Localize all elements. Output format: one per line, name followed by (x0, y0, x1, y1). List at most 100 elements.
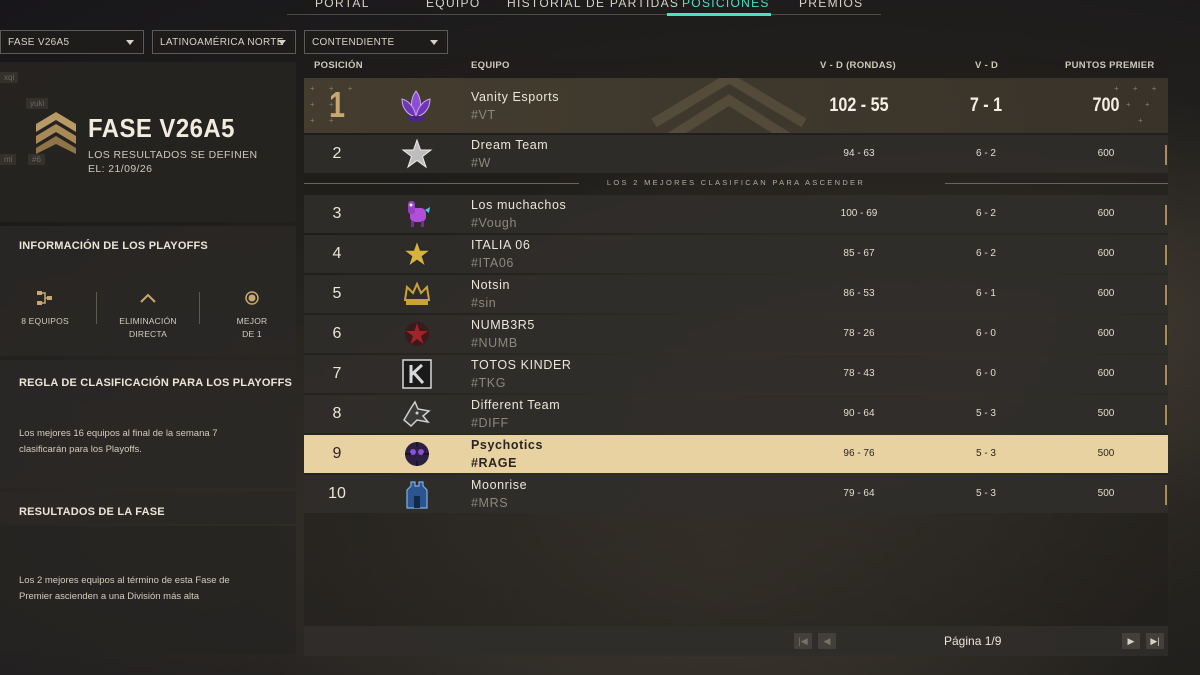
promotion-text: LOS 2 MEJORES CLASIFICAN PARA ASCENDER (606, 178, 866, 187)
ghost-player-name: yuki (26, 98, 49, 109)
team-tag: #MRS (471, 496, 509, 510)
win-loss-record: 6 - 2 (975, 208, 996, 219)
row-position: 7 (332, 365, 342, 382)
playoffs-format: ELIMINACIÓN DIRECTA (108, 290, 188, 341)
team-name[interactable]: Dream Team (471, 138, 548, 152)
ghost-player-name: xqi (0, 72, 19, 83)
divider (199, 292, 200, 324)
division-select[interactable]: CONTENDIENTE (304, 30, 448, 54)
page-indicator: Página 1/9 (944, 634, 1002, 648)
team-tag: #TKG (471, 376, 507, 390)
rounds-record: 102 - 55 (829, 95, 889, 116)
table-row[interactable]: 2 Dream Team #W 94 - 63 6 - 2 600 (304, 135, 1168, 173)
tab-portal[interactable]: PORTAL (315, 0, 370, 10)
row-position: 8 (332, 405, 342, 422)
team-tag: #W (471, 156, 491, 170)
premier-points: 500 (1097, 408, 1115, 419)
premier-points: 600 (1097, 148, 1115, 159)
team-name[interactable]: TOTOS KINDER (471, 358, 572, 372)
phase-results-line1: Los 2 mejores equipos al término de esta… (19, 575, 230, 586)
table-row[interactable]: 7 TOTOS KINDER #TKG 78 - 43 6 - 0 600 (304, 355, 1168, 393)
table-row[interactable]: 6 NUMB3R5 #NUMB 78 - 26 6 - 0 600 (304, 315, 1168, 353)
phase-end-date: EL: 21/09/26 (88, 163, 153, 175)
team-name[interactable]: ITALIA 06 (471, 238, 530, 252)
region-select[interactable]: LATINOAMÉRICA NORTE (152, 30, 296, 54)
prev-page-button[interactable]: ◀ (818, 633, 836, 649)
chevron-watermark-icon (651, 78, 807, 133)
playoffs-best-of-line2: DE 1 (242, 329, 262, 339)
team-name[interactable]: Psychotics (471, 438, 543, 452)
team-name[interactable]: Vanity Esports (471, 90, 559, 104)
team-name[interactable]: Different Team (471, 398, 560, 412)
premier-points: 600 (1097, 208, 1115, 219)
playoffs-teams: 8 EQUIPOS (10, 290, 80, 328)
row-position: 9 (332, 445, 342, 462)
row-edge (1165, 245, 1167, 265)
tab-premios[interactable]: PREMIOS (799, 0, 863, 10)
table-row-own-team[interactable]: 9 Psychotics #RAGE 96 - 76 5 - 3 500 (304, 435, 1168, 473)
last-page-button[interactable]: ▶| (1146, 633, 1164, 649)
team-tag: #DIFF (471, 416, 509, 430)
crown-logo-icon (403, 281, 431, 305)
premier-points: 600 (1097, 328, 1115, 339)
team-tag: #sin (471, 296, 497, 310)
qualification-rule-heading: REGLA DE CLASIFICACIÓN PARA LOS PLAYOFFS (19, 377, 293, 389)
row-position: 3 (332, 205, 342, 222)
tab-posiciones[interactable]: POSICIONES (682, 0, 770, 10)
row-edge (1165, 205, 1167, 225)
k-logo-icon (402, 359, 432, 389)
gold-star-logo-icon (401, 238, 433, 269)
star-logo-icon (401, 138, 433, 169)
win-loss-record: 6 - 2 (975, 248, 996, 259)
table-row[interactable]: 10 Moonrise #MRS 79 - 64 5 - 3 500 (304, 475, 1168, 513)
table-row[interactable]: 4 ITALIA 06 #ITA06 85 - 67 6 - 2 600 (304, 235, 1168, 273)
division-select-value: CONTENDIENTE (312, 37, 395, 48)
column-header-premier-points: PUNTOS PREMIER (1065, 60, 1155, 71)
team-name[interactable]: NUMB3R5 (471, 318, 535, 332)
castle-logo-icon (406, 481, 428, 509)
phase-results-line2: Premier ascienden a una División más alt… (19, 591, 200, 602)
row-edge (1165, 285, 1167, 305)
phase-select-value: FASE V26A5 (8, 37, 70, 48)
team-name[interactable]: Moonrise (471, 478, 527, 492)
rounds-record: 90 - 64 (843, 408, 875, 419)
chevron-up-icon (140, 293, 156, 303)
team-name[interactable]: Los muchachos (471, 198, 566, 212)
chevron-down-icon (126, 40, 134, 45)
row-edge (1165, 145, 1167, 165)
team-tag: #RAGE (471, 456, 518, 470)
team-tag: #ITA06 (471, 256, 514, 270)
lotus-logo-icon (401, 90, 431, 122)
rounds-record: 78 - 26 (843, 328, 875, 339)
phase-select[interactable]: FASE V26A5 (0, 30, 144, 54)
column-header-rounds: V - D (RONDAS) (820, 60, 896, 71)
rounds-record: 85 - 67 (843, 248, 875, 259)
column-header-wins-losses: V - D (975, 60, 999, 71)
chevron-down-icon (278, 40, 286, 45)
team-tag: #Vough (471, 216, 518, 230)
row-edge (1165, 485, 1167, 505)
playoffs-format-line1: ELIMINACIÓN (119, 316, 177, 326)
first-page-button[interactable]: |◀ (794, 633, 812, 649)
next-page-button[interactable]: ▶ (1122, 633, 1140, 649)
table-row[interactable]: 8 Different Team #DIFF 90 - 64 5 - 3 500 (304, 395, 1168, 433)
premier-points: 600 (1097, 288, 1115, 299)
team-name[interactable]: Notsin (471, 278, 510, 292)
top-nav-tabs: PORTAL EQUIPO HISTORIAL DE PARTIDAS POSI… (287, 0, 881, 16)
table-row[interactable]: + + + + + + + + + + + + + 1 Vanity Espor… (304, 78, 1168, 133)
playoffs-best-of: MEJOR DE 1 (222, 290, 282, 341)
phase-results-text: Los 2 mejores equipos al término de esta… (19, 573, 279, 605)
column-header-position: POSICIÓN (314, 60, 363, 71)
qualification-rule-line2: clasificarán para los Playoffs. (19, 444, 142, 455)
column-header-team: EQUIPO (471, 60, 510, 71)
phase-card: xqi yuki mi #6 FASE V26A5 LOS RESULTADOS… (0, 62, 296, 222)
phase-title: FASE V26A5 (88, 113, 235, 143)
row-edge (1165, 325, 1167, 345)
premier-points: 600 (1097, 248, 1115, 259)
promotion-divider: LOS 2 MEJORES CLASIFICAN PARA ASCENDER (304, 176, 1168, 190)
tab-equipo[interactable]: EQUIPO (426, 0, 480, 10)
table-row[interactable]: 3 Los muchachos #Vough 100 - 69 6 - 2 60… (304, 195, 1168, 233)
tab-historial[interactable]: HISTORIAL DE PARTIDAS (507, 0, 679, 10)
region-select-value: LATINOAMÉRICA NORTE (160, 37, 284, 48)
table-row[interactable]: 5 Notsin #sin 86 - 53 6 - 1 600 (304, 275, 1168, 313)
